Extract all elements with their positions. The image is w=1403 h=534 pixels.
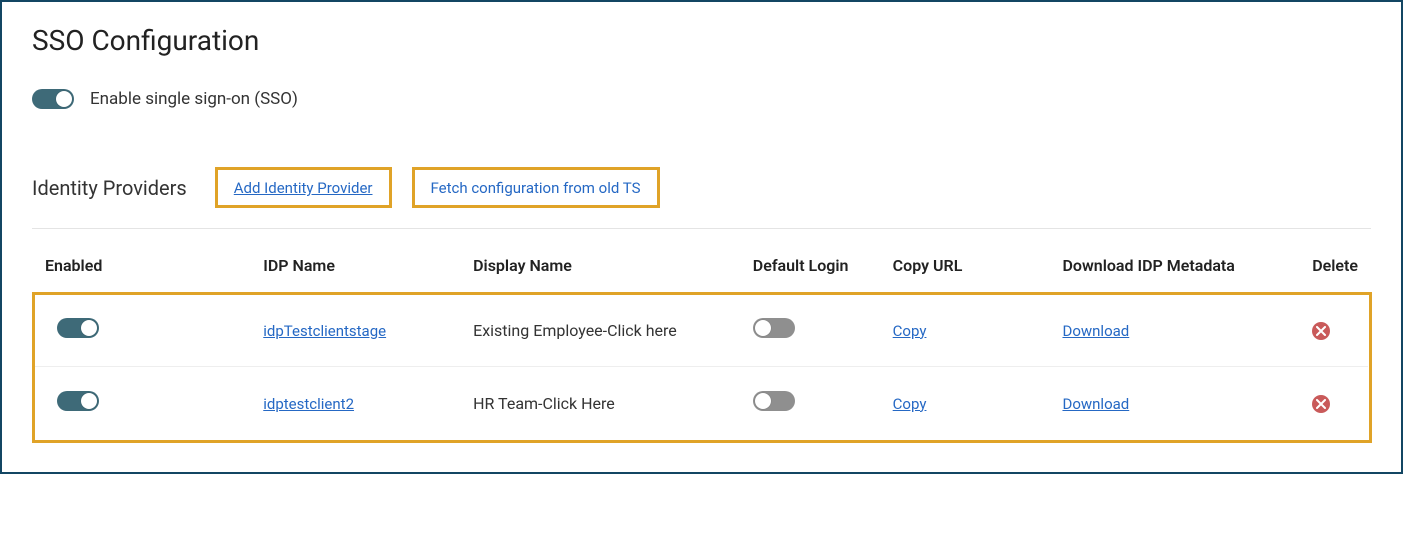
delete-button[interactable] [1312,322,1330,340]
idp-name-link[interactable]: idpTestclientstage [263,322,386,340]
providers-header: Identity Providers Add Identity Provider… [32,167,1371,229]
fetch-old-ts-button[interactable]: Fetch configuration from old TS [412,167,660,208]
providers-title: Identity Providers [32,176,187,200]
copy-url-link[interactable]: Copy [893,322,927,340]
close-icon [1316,326,1326,336]
col-header-delete: Delete [1302,235,1369,294]
close-icon [1316,399,1326,409]
col-header-idp-name: IDP Name [253,235,463,294]
enable-sso-row: Enable single sign-on (SSO) [32,89,1371,109]
add-identity-provider-button[interactable]: Add Identity Provider [215,167,392,208]
default-login-toggle[interactable] [753,391,795,411]
idp-name-link[interactable]: idptestclient2 [263,395,354,413]
delete-button[interactable] [1312,395,1330,413]
table-row: idptestclient2 HR Team-Click Here Copy D… [34,367,1370,441]
providers-table: Enabled IDP Name Display Name Default Lo… [32,233,1371,442]
download-metadata-link[interactable]: Download [1062,395,1129,413]
download-metadata-link[interactable]: Download [1062,322,1129,340]
default-login-toggle[interactable] [753,318,795,338]
row-enabled-toggle[interactable] [57,391,99,411]
display-name-cell: Existing Employee-Click here [463,294,743,367]
enable-sso-toggle[interactable] [32,89,74,109]
add-identity-provider-label: Add Identity Provider [234,179,373,197]
identity-providers-section: Identity Providers Add Identity Provider… [32,167,1371,442]
copy-url-link[interactable]: Copy [893,395,927,413]
col-header-display-name: Display Name [463,235,743,294]
col-header-copy-url: Copy URL [883,235,1053,294]
sso-configuration-panel: SSO Configuration Enable single sign-on … [0,0,1403,474]
enable-sso-label: Enable single sign-on (SSO) [90,89,298,109]
col-header-download-idp: Download IDP Metadata [1052,235,1302,294]
table-row: idpTestclientstage Existing Employee-Cli… [34,294,1370,367]
table-header-row: Enabled IDP Name Display Name Default Lo… [34,235,1370,294]
col-header-default-login: Default Login [743,235,883,294]
fetch-old-ts-label: Fetch configuration from old TS [431,179,641,197]
row-enabled-toggle[interactable] [57,318,99,338]
display-name-cell: HR Team-Click Here [463,367,743,441]
page-title: SSO Configuration [32,24,1371,57]
col-header-enabled: Enabled [34,235,254,294]
